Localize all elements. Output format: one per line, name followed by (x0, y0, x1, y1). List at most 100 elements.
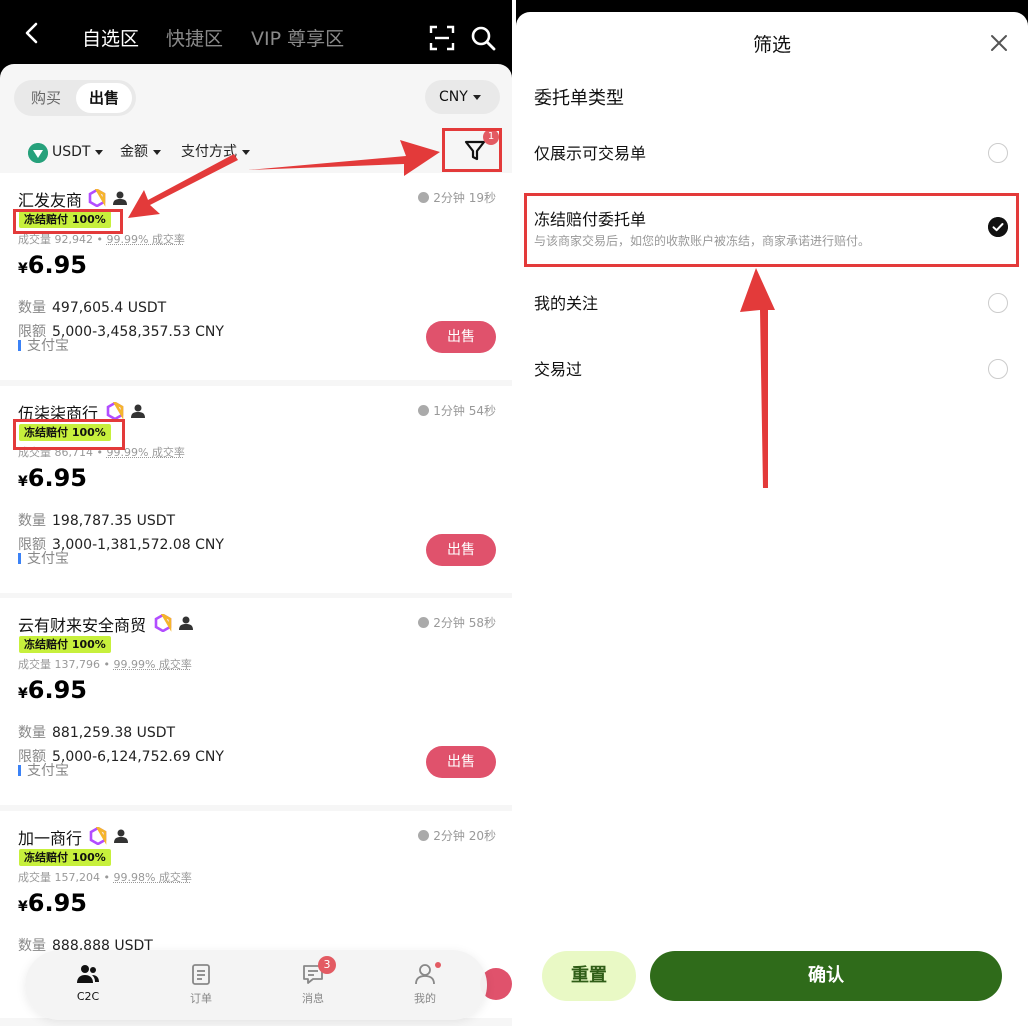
reset-button[interactable]: 重置 (542, 951, 636, 1001)
currency-symbol: ¥ (18, 474, 28, 490)
price-value: 6.95 (27, 251, 87, 279)
search-icon[interactable] (469, 24, 497, 52)
option-tradable-only[interactable]: 仅展示可交易单 (534, 140, 646, 164)
freeze-compensation-badge: 冻结赔付 100% (19, 849, 111, 866)
merchant-name[interactable]: 加一商行 (18, 825, 82, 849)
tether-icon (28, 143, 48, 163)
limit-value: 5,000-6,124,752.69 CNY (52, 749, 224, 765)
sell-button[interactable]: 出售 (426, 534, 496, 566)
chevron-down-icon (153, 149, 161, 155)
vip-hexagon-icon (154, 614, 172, 632)
close-icon[interactable] (988, 32, 1010, 54)
tab-favorites[interactable]: 自选区 (82, 24, 139, 51)
tab-quick[interactable]: 快捷区 (166, 24, 223, 51)
option-my-follows[interactable]: 我的关注 (534, 290, 598, 314)
clock-icon (418, 405, 430, 416)
radio-tradable-only[interactable] (988, 143, 1008, 163)
price: ¥6.95 (18, 251, 87, 279)
price-value: 6.95 (27, 676, 87, 704)
buy-tab[interactable]: 购买 (18, 83, 74, 113)
back-arrow-icon[interactable] (20, 20, 46, 46)
currency-symbol: ¥ (18, 899, 28, 915)
trade-stats: 成交量 86,714 • 99.99% 成交率 (18, 446, 185, 459)
option-freeze-compensation[interactable]: 冻结赔付委托单 (534, 206, 646, 230)
response-time-value: 2分钟 19秒 (433, 191, 496, 205)
merchant-name[interactable]: 汇发友商 (18, 187, 82, 211)
nav-orders[interactable]: 订单 (166, 962, 236, 1006)
trade-volume: 成交量 86,714 (18, 446, 93, 459)
nav-c2c[interactable]: C2C (53, 962, 123, 1003)
trade-stats: 成交量 137,796 • 99.99% 成交率 (18, 658, 192, 671)
option-traded-before[interactable]: 交易过 (534, 356, 582, 380)
currency-symbol: ¥ (18, 261, 28, 277)
c2c-market-screen: 自选区 快捷区 VIP 尊享区 购买 出售 CNY USDT 金额 支付方式 1… (0, 0, 512, 1026)
limit-value: 5,000-3,458,357.53 CNY (52, 324, 224, 340)
clipboard-icon (192, 964, 210, 985)
quantity-row: 数量 881,259.38 USDT (18, 722, 175, 742)
offer-card[interactable]: 伍柒柒商行 1分钟 54秒 冻结赔付 100% 成交量 86,714 • 99.99%… (0, 386, 512, 593)
completion-rate: 99.98% 成交率 (113, 871, 192, 884)
nav-profile-label: 我的 (414, 992, 436, 1005)
chevron-down-icon (95, 149, 104, 155)
checkmark-icon[interactable] (988, 217, 1008, 237)
payment-method: 支付宝 (18, 760, 69, 780)
price: ¥6.95 (18, 464, 87, 492)
freeze-compensation-description: 与该商家交易后，如您的收款账户被冻结，商家承诺进行赔付。 (534, 234, 871, 248)
response-time-value: 1分钟 54秒 (433, 404, 496, 418)
vip-hexagon-icon (89, 827, 107, 845)
tab-vip[interactable]: VIP 尊享区 (251, 24, 344, 51)
filter-sheet: 筛选 委托单类型 仅展示可交易单 冻结赔付委托单 与该商家交易后，如您的收款账户… (516, 12, 1028, 1026)
merchant-name[interactable]: 伍柒柒商行 (18, 400, 98, 424)
verified-merchant-icon (131, 404, 145, 418)
nav-profile[interactable]: 我的 (390, 962, 460, 1006)
sell-tab[interactable]: 出售 (76, 83, 132, 113)
payment-accent-bar (18, 553, 21, 564)
payment-filter[interactable]: 支付方式 (181, 141, 250, 163)
chevron-down-icon (472, 94, 481, 100)
currency-label: CNY (439, 89, 468, 105)
amount-filter[interactable]: 金额 (120, 141, 161, 163)
sheet-title: 筛选 (752, 34, 791, 56)
currency-select[interactable]: CNY (425, 80, 500, 114)
scan-icon[interactable] (428, 24, 456, 52)
price: ¥6.95 (18, 889, 87, 917)
order-type-heading: 委托单类型 (534, 88, 624, 109)
response-time: 2分钟 58秒 (418, 614, 496, 631)
clock-icon (418, 830, 430, 841)
response-time: 2分钟 19秒 (418, 189, 496, 206)
quantity-label: 数量 (18, 300, 46, 316)
sell-button[interactable]: 出售 (426, 321, 496, 353)
users-icon (77, 965, 99, 983)
payment-method-label: 支付宝 (27, 551, 69, 567)
radio-my-follows[interactable] (988, 293, 1008, 313)
completion-rate: 99.99% 成交率 (106, 233, 185, 246)
offer-card[interactable]: 汇发友商 2分钟 19秒 冻结赔付 100% 成交量 92,942 • 99.99% … (0, 173, 512, 380)
offer-card[interactable]: 云有财来安全商贸 2分钟 58秒 冻结赔付 100% 成交量 137,796 • 99… (0, 598, 512, 805)
radio-traded-before[interactable] (988, 359, 1008, 379)
vip-hexagon-icon (106, 402, 124, 420)
payment-method-label: 支付宝 (27, 338, 69, 354)
profile-notify-dot (435, 962, 441, 968)
verified-merchant-icon (113, 191, 127, 205)
quantity-label: 数量 (18, 513, 46, 529)
nav-messages[interactable]: 3 消息 (278, 956, 348, 1006)
sell-button[interactable]: 出售 (426, 746, 496, 778)
bottom-nav: C2C 订单 3 消息 我的 (25, 950, 487, 1020)
payment-accent-bar (18, 340, 21, 351)
chevron-down-icon (242, 149, 250, 155)
limit-value: 3,000-1,381,572.08 CNY (52, 537, 224, 553)
coin-filter[interactable]: USDT (52, 141, 104, 163)
completion-rate: 99.99% 成交率 (113, 658, 192, 671)
merchant-name[interactable]: 云有财来安全商贸 (18, 612, 146, 636)
trade-volume: 成交量 137,796 (18, 658, 100, 671)
completion-rate: 99.99% 成交率 (106, 446, 185, 459)
payment-method: 支付宝 (18, 335, 69, 355)
clock-icon (418, 617, 430, 628)
quantity-value: 198,787.35 USDT (52, 513, 176, 529)
quantity-label: 数量 (18, 938, 46, 954)
response-time-value: 2分钟 20秒 (433, 829, 496, 843)
quantity-label: 数量 (18, 725, 46, 741)
trade-volume: 成交量 92,942 (18, 233, 93, 246)
confirm-button[interactable]: 确认 (650, 951, 1002, 1001)
payment-method-label: 支付宝 (27, 763, 69, 779)
